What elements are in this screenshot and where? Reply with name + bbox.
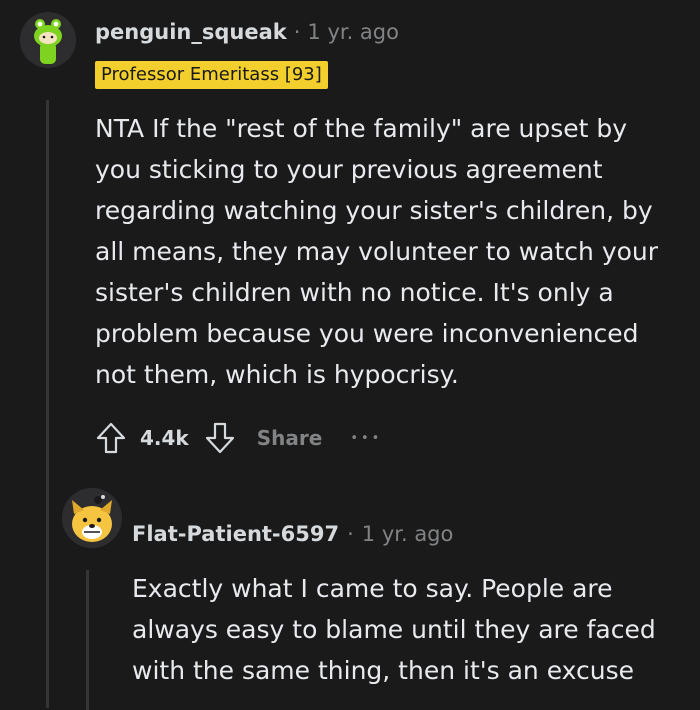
comment-line: problem because you were inconvenienced bbox=[95, 319, 639, 348]
user-flair: Professor Emeritass [93] bbox=[95, 61, 328, 89]
comment-body: NTA If the "rest of the family" are upse… bbox=[95, 108, 685, 395]
upvote-arrow-icon bbox=[96, 422, 126, 454]
timestamp[interactable]: 1 yr. ago bbox=[307, 20, 399, 44]
separator-dot: · bbox=[347, 522, 354, 546]
comment-line: sister's children with no notice. It's o… bbox=[95, 278, 614, 307]
comment-line: not them, which is hypocrisy. bbox=[95, 360, 459, 389]
comment-line: with the same thing, then it's an excuse bbox=[132, 656, 635, 685]
thread-line[interactable] bbox=[46, 100, 49, 708]
avatar[interactable] bbox=[62, 488, 122, 548]
comment-body: Exactly what I came to say. People are a… bbox=[132, 568, 692, 691]
vote-count: 4.4k bbox=[140, 426, 189, 450]
timestamp[interactable]: 1 yr. ago bbox=[362, 522, 454, 546]
comment-line: all means, they may volunteer to watch y… bbox=[95, 237, 659, 266]
thread-line-nested[interactable] bbox=[86, 570, 89, 710]
share-button[interactable]: Share bbox=[257, 426, 323, 450]
comment-line: regarding watching your sister's childre… bbox=[95, 196, 653, 225]
comment-header: Flat-Patient-6597 · 1 yr. ago bbox=[132, 522, 453, 546]
comment-line: always easy to blame until they are face… bbox=[132, 615, 656, 644]
comment-header: penguin_squeak · 1 yr. ago bbox=[95, 20, 399, 44]
upvote-button[interactable] bbox=[92, 419, 130, 457]
downvote-button[interactable] bbox=[201, 419, 239, 457]
username[interactable]: Flat-Patient-6597 bbox=[132, 522, 339, 546]
separator-dot: · bbox=[293, 20, 301, 44]
comment-line: Exactly what I came to say. People are bbox=[132, 574, 613, 603]
green-frog-avatar-icon bbox=[20, 12, 76, 68]
downvote-arrow-icon bbox=[205, 422, 234, 454]
comment-line: NTA If the "rest of the family" are upse… bbox=[95, 114, 628, 143]
comment-actions: 4.4k Share ••• bbox=[92, 418, 382, 458]
avatar[interactable] bbox=[20, 12, 76, 68]
more-options-button[interactable]: ••• bbox=[350, 431, 382, 446]
comment-line: you sticking to your previous agreement bbox=[95, 155, 603, 184]
username[interactable]: penguin_squeak bbox=[95, 20, 287, 44]
yellow-dog-avatar-icon bbox=[62, 488, 122, 548]
